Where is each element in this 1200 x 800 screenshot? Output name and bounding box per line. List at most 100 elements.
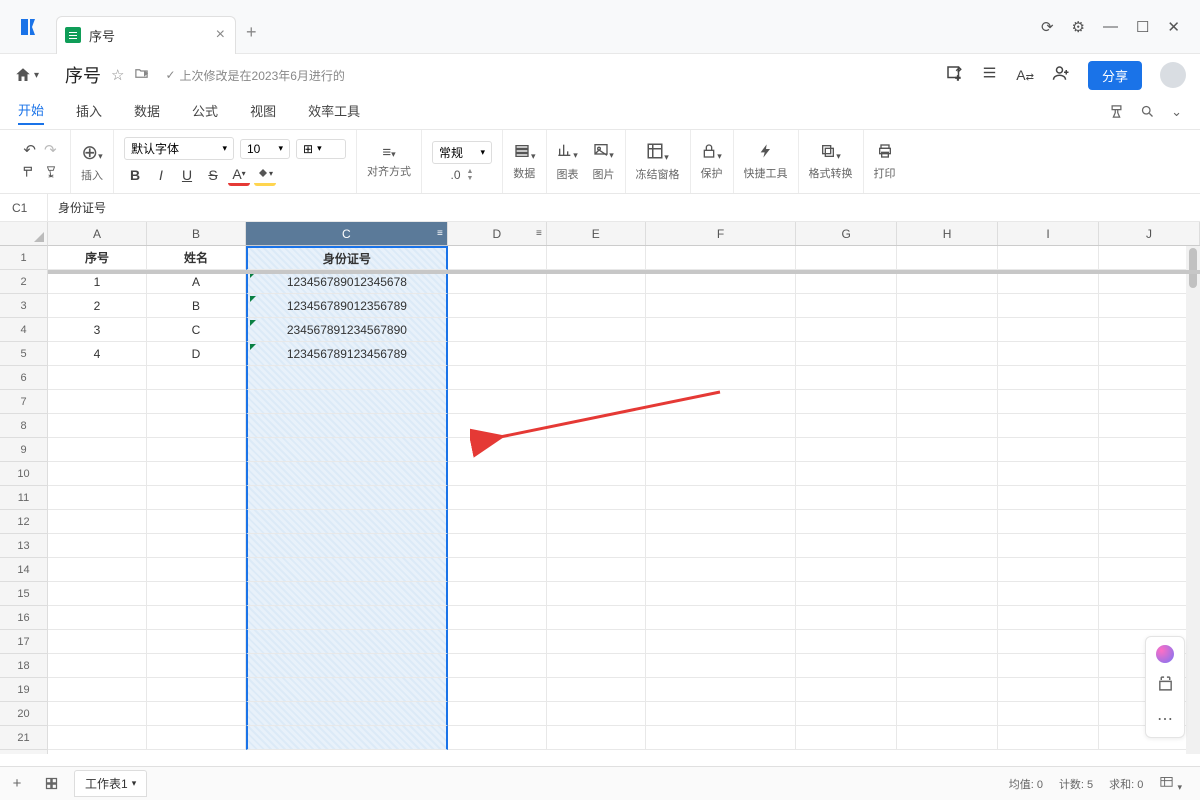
cell[interactable] bbox=[547, 342, 646, 366]
cell[interactable]: B bbox=[147, 294, 246, 318]
cell[interactable] bbox=[448, 558, 547, 582]
document-tab[interactable]: 序号 × bbox=[56, 16, 236, 54]
cell[interactable] bbox=[547, 318, 646, 342]
row-header-18[interactable]: 18 bbox=[0, 654, 47, 678]
italic-button[interactable]: I bbox=[150, 164, 172, 186]
cell[interactable] bbox=[796, 342, 897, 366]
inc-decimal-icon[interactable]: ▲ bbox=[467, 168, 474, 175]
cell[interactable] bbox=[796, 366, 897, 390]
cell[interactable] bbox=[796, 726, 897, 750]
cell[interactable] bbox=[448, 366, 547, 390]
cell[interactable] bbox=[48, 630, 147, 654]
cell[interactable] bbox=[998, 630, 1099, 654]
cell[interactable] bbox=[1099, 558, 1200, 582]
formula-input[interactable]: 身份证号 bbox=[48, 199, 1200, 216]
cell[interactable] bbox=[998, 342, 1099, 366]
more-icon[interactable]: ⋯ bbox=[1157, 709, 1173, 729]
cell[interactable] bbox=[547, 678, 646, 702]
cell[interactable] bbox=[147, 534, 246, 558]
cell[interactable] bbox=[897, 630, 998, 654]
document-title[interactable]: 序号 bbox=[65, 62, 101, 88]
row-header-6[interactable]: 6 bbox=[0, 366, 47, 390]
text-format-icon[interactable]: A⇄ bbox=[1016, 67, 1034, 83]
cell[interactable] bbox=[547, 246, 646, 270]
cell[interactable] bbox=[448, 414, 547, 438]
cell[interactable] bbox=[147, 630, 246, 654]
row-header-21[interactable]: 21 bbox=[0, 726, 47, 750]
menu-view[interactable]: 视图 bbox=[250, 101, 276, 124]
cell[interactable] bbox=[48, 462, 147, 486]
edit-icon[interactable]: + bbox=[945, 64, 963, 87]
cell[interactable] bbox=[998, 702, 1099, 726]
cell[interactable] bbox=[1099, 510, 1200, 534]
cell[interactable] bbox=[796, 558, 897, 582]
filter-icon[interactable]: ≡ bbox=[536, 228, 542, 239]
cell[interactable] bbox=[547, 558, 646, 582]
chart-icon[interactable]: ▾ bbox=[557, 142, 578, 162]
row-header-7[interactable]: 7 bbox=[0, 390, 47, 414]
menu-data[interactable]: 数据 bbox=[134, 101, 160, 124]
cell[interactable] bbox=[547, 606, 646, 630]
menu-tools[interactable]: 效率工具 bbox=[308, 101, 360, 124]
cell[interactable] bbox=[448, 582, 547, 606]
cell[interactable] bbox=[796, 438, 897, 462]
cell[interactable] bbox=[897, 414, 998, 438]
close-window-icon[interactable]: ✕ bbox=[1167, 18, 1180, 36]
cell[interactable] bbox=[897, 438, 998, 462]
all-sheets-button[interactable] bbox=[34, 776, 68, 791]
cell[interactable] bbox=[897, 558, 998, 582]
redo-icon[interactable]: ↷ bbox=[44, 141, 57, 159]
tab-close-icon[interactable]: × bbox=[216, 26, 225, 44]
add-sheet-button[interactable]: + bbox=[0, 775, 34, 792]
row-header-4[interactable]: 4 bbox=[0, 318, 47, 342]
col-header-D[interactable]: D≡ bbox=[448, 222, 547, 245]
cell[interactable] bbox=[547, 654, 646, 678]
cell[interactable] bbox=[897, 294, 998, 318]
cell[interactable] bbox=[448, 510, 547, 534]
cell[interactable]: 4 bbox=[48, 342, 147, 366]
menu-formula[interactable]: 公式 bbox=[192, 101, 218, 124]
menu-start[interactable]: 开始 bbox=[18, 100, 44, 125]
vertical-scrollbar[interactable] bbox=[1186, 246, 1200, 754]
cell[interactable] bbox=[246, 678, 448, 702]
cell[interactable] bbox=[547, 366, 646, 390]
cell[interactable] bbox=[147, 678, 246, 702]
cell[interactable] bbox=[646, 462, 796, 486]
cell[interactable] bbox=[48, 582, 147, 606]
cell[interactable] bbox=[796, 318, 897, 342]
cell[interactable] bbox=[448, 606, 547, 630]
cell[interactable] bbox=[547, 702, 646, 726]
cell[interactable] bbox=[998, 726, 1099, 750]
cell[interactable] bbox=[448, 726, 547, 750]
cell[interactable] bbox=[147, 462, 246, 486]
cell[interactable] bbox=[1099, 246, 1200, 270]
row-header-16[interactable]: 16 bbox=[0, 606, 47, 630]
cell[interactable] bbox=[48, 366, 147, 390]
cell[interactable] bbox=[998, 462, 1099, 486]
cell[interactable] bbox=[897, 318, 998, 342]
bold-button[interactable]: B bbox=[124, 164, 146, 186]
cell[interactable] bbox=[998, 486, 1099, 510]
cell[interactable] bbox=[646, 294, 796, 318]
cell[interactable] bbox=[897, 582, 998, 606]
cell[interactable] bbox=[998, 606, 1099, 630]
data-icon[interactable]: ▾ bbox=[513, 143, 536, 163]
col-header-A[interactable]: A bbox=[48, 222, 147, 245]
border-select[interactable]: ⊞▾ bbox=[296, 139, 346, 159]
cell[interactable] bbox=[998, 438, 1099, 462]
row-header-13[interactable]: 13 bbox=[0, 534, 47, 558]
cell[interactable] bbox=[547, 438, 646, 462]
col-header-H[interactable]: H bbox=[897, 222, 998, 245]
font-family-select[interactable]: 默认字体▾ bbox=[124, 137, 234, 160]
cell[interactable] bbox=[998, 534, 1099, 558]
sheet-tab[interactable]: 工作表1 ▾ bbox=[74, 770, 147, 797]
cell[interactable] bbox=[246, 366, 448, 390]
cell[interactable] bbox=[646, 318, 796, 342]
image-icon[interactable]: ▾ bbox=[593, 142, 614, 162]
cell[interactable] bbox=[998, 246, 1099, 270]
bolt-icon[interactable] bbox=[758, 143, 774, 163]
cell[interactable] bbox=[448, 438, 547, 462]
cell[interactable] bbox=[646, 534, 796, 558]
cell[interactable] bbox=[897, 486, 998, 510]
row-header-12[interactable]: 12 bbox=[0, 510, 47, 534]
